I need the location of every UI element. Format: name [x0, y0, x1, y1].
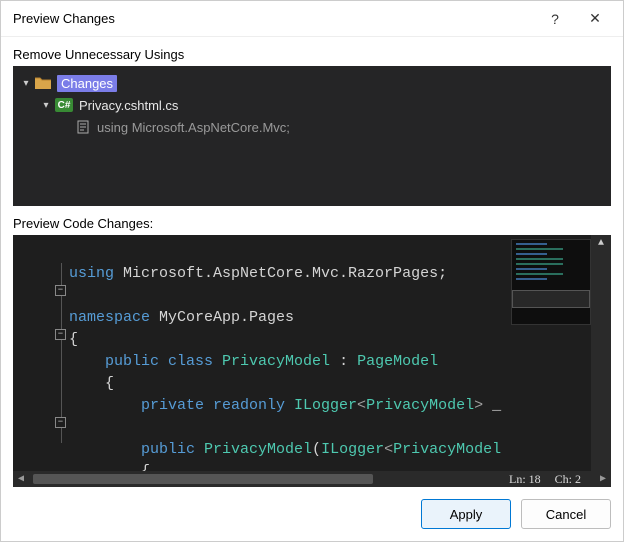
code-token: public — [105, 353, 159, 370]
code-token: PrivacyModel — [213, 353, 330, 370]
folder-icon — [35, 76, 51, 90]
code-token: { — [69, 331, 78, 348]
scroll-up-icon[interactable]: ▲ — [591, 235, 611, 251]
code-token: namespace — [69, 309, 150, 326]
code-token: ( — [312, 441, 321, 458]
code-token: private — [141, 397, 204, 414]
code-token: < — [357, 397, 366, 414]
code-token: public — [141, 441, 195, 458]
code-token: > — [474, 397, 483, 414]
status-line: Ln: 18 — [509, 472, 541, 487]
code-token: PrivacyModel — [195, 441, 312, 458]
tree-node-file[interactable]: ▾ C# Privacy.cshtml.cs — [17, 94, 607, 116]
tree-file-label: Privacy.cshtml.cs — [79, 98, 178, 113]
tree-change-label: using Microsoft.AspNetCore.Mvc; — [97, 120, 290, 135]
tree-node-change[interactable]: using Microsoft.AspNetCore.Mvc; — [17, 116, 607, 138]
editor-status: Ln: 18 Ch: 2 — [501, 471, 589, 487]
scroll-right-icon[interactable]: ▶ — [595, 473, 611, 485]
code-token: ILogger — [321, 441, 384, 458]
dialog-title: Preview Changes — [13, 11, 535, 26]
code-token: MyCoreApp.Pages — [150, 309, 294, 326]
tree-root-label: Changes — [57, 75, 117, 92]
code-token: Microsoft.AspNetCore.Mvc.RazorPages; — [114, 265, 447, 282]
dialog-titlebar: Preview Changes ? ✕ — [1, 1, 623, 37]
dialog-body: Remove Unnecessary Usings ▾ Changes ▾ C#… — [1, 37, 623, 487]
minimap[interactable] — [511, 239, 591, 325]
code-token: using — [69, 265, 114, 282]
tree-node-root[interactable]: ▾ Changes — [17, 72, 607, 94]
code-token: PrivacyModel — [366, 397, 474, 414]
cancel-button[interactable]: Cancel — [521, 499, 611, 529]
help-button[interactable]: ? — [535, 5, 575, 33]
code-token: _ — [483, 397, 501, 414]
changes-tree[interactable]: ▾ Changes ▾ C# Privacy.cshtml.cs using M… — [13, 66, 611, 206]
code-token: { — [105, 375, 114, 392]
scroll-thumb[interactable] — [33, 474, 373, 484]
minimap-viewport[interactable] — [512, 290, 590, 308]
csharp-file-icon: C# — [55, 98, 73, 112]
code-token: PrivacyModel — [393, 441, 501, 458]
code-token: : — [330, 353, 357, 370]
dialog-buttons: Apply Cancel — [1, 487, 623, 541]
code-editor[interactable]: − − − using Microsoft.AspNetCore.Mvc.Raz… — [13, 235, 611, 487]
code-token: < — [384, 441, 393, 458]
code-token: class — [159, 353, 213, 370]
expander-icon[interactable]: ▾ — [19, 78, 33, 89]
code-token: PageModel — [357, 353, 438, 370]
document-icon — [75, 120, 91, 134]
tree-heading: Remove Unnecessary Usings — [13, 47, 611, 62]
preview-heading: Preview Code Changes: — [13, 216, 611, 231]
close-button[interactable]: ✕ — [575, 5, 615, 33]
code-token: readonly — [204, 397, 285, 414]
code-preview-section: Preview Code Changes: − − − using Micros… — [13, 216, 611, 487]
vertical-scrollbar[interactable]: ▲ — [591, 235, 611, 471]
scroll-left-icon[interactable]: ◀ — [13, 473, 29, 485]
expander-icon[interactable]: ▾ — [39, 100, 53, 111]
code-token: ILogger — [285, 397, 357, 414]
status-col: Ch: 2 — [555, 472, 581, 487]
apply-button[interactable]: Apply — [421, 499, 511, 529]
